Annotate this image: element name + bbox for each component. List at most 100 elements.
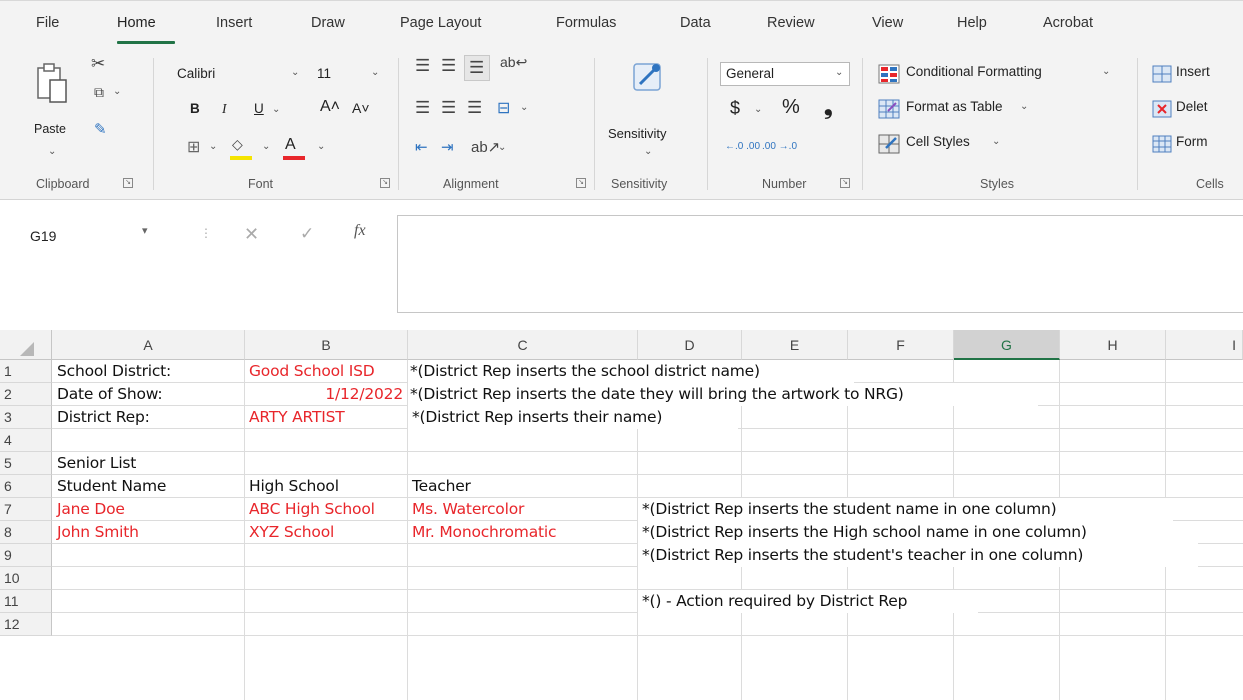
cell-a3[interactable]: District Rep: xyxy=(53,406,244,429)
alignment-launcher-icon[interactable]: ↘ xyxy=(576,178,586,188)
row-header-3[interactable]: 3 xyxy=(0,406,52,429)
tab-file[interactable]: File xyxy=(36,15,59,31)
chevron-down-icon[interactable]: ⌄ xyxy=(498,142,506,153)
chevron-down-icon[interactable]: ⌄ xyxy=(209,141,217,152)
cell-b6[interactable]: High School xyxy=(245,475,407,498)
cell-c2[interactable]: *(District Rep inserts the date they wil… xyxy=(408,383,1038,406)
column-header-i[interactable]: I xyxy=(1166,330,1243,360)
percent-button[interactable]: % xyxy=(782,96,800,119)
grow-font-button[interactable]: A˄ xyxy=(320,98,340,116)
copy-icon[interactable]: ⧉ xyxy=(94,84,104,101)
row-header-12[interactable]: 12 xyxy=(0,613,52,636)
increase-indent-icon[interactable]: ⇥ xyxy=(441,138,454,156)
row-header-6[interactable]: 6 xyxy=(0,475,52,498)
number-format-select[interactable]: General ⌄ xyxy=(720,62,850,86)
tab-home[interactable]: Home xyxy=(117,15,156,31)
row-header-5[interactable]: 5 xyxy=(0,452,52,475)
row-header-1[interactable]: 1 xyxy=(0,360,52,383)
align-middle-icon[interactable]: ☰ xyxy=(441,56,456,76)
tab-help[interactable]: Help xyxy=(957,15,987,31)
tab-acrobat[interactable]: Acrobat xyxy=(1043,15,1093,31)
format-cells-button[interactable]: Form xyxy=(1152,132,1243,156)
cell-a5[interactable]: Senior List xyxy=(53,452,244,475)
cell-a2[interactable]: Date of Show: xyxy=(53,383,244,406)
cell-a6[interactable]: Student Name xyxy=(53,475,244,498)
tab-review[interactable]: Review xyxy=(767,15,815,31)
cell-styles-button[interactable]: Cell Styles ⌄ xyxy=(878,132,1008,156)
orientation-icon[interactable]: ab↩ xyxy=(500,54,527,71)
tab-view[interactable]: View xyxy=(872,15,903,31)
cell-b7[interactable]: ABC High School xyxy=(245,498,407,521)
cell-b8[interactable]: XYZ School xyxy=(245,521,407,544)
decrease-decimal-button[interactable]: .00 →.0 xyxy=(762,141,797,152)
cell-c8[interactable]: Mr. Monochromatic xyxy=(408,521,637,544)
row-header-7[interactable]: 7 xyxy=(0,498,52,521)
italic-button[interactable]: I xyxy=(222,101,227,117)
row-header-9[interactable]: 9 xyxy=(0,544,52,567)
comma-style-button[interactable]: ❟ xyxy=(824,94,833,120)
font-color-button[interactable]: A xyxy=(283,136,313,162)
shrink-font-button[interactable]: A˅ xyxy=(352,100,370,116)
row-header-11[interactable]: 11 xyxy=(0,590,52,613)
font-name-select[interactable]: Calibri ⌄ xyxy=(172,62,304,86)
tab-page-layout[interactable]: Page Layout xyxy=(400,15,481,31)
chevron-down-icon[interactable]: ⌄ xyxy=(272,104,280,115)
paste-button[interactable]: Paste ⌄ xyxy=(30,54,72,162)
cell-a8[interactable]: John Smith xyxy=(53,521,244,544)
column-header-g[interactable]: G xyxy=(954,330,1060,360)
underline-button[interactable]: U xyxy=(254,101,264,116)
borders-icon[interactable]: ⊞ xyxy=(187,137,200,157)
number-launcher-icon[interactable]: ↘ xyxy=(840,178,850,188)
column-header-c[interactable]: C xyxy=(408,330,638,360)
format-as-table-button[interactable]: Format as Table ⌄ xyxy=(878,97,1038,121)
column-header-b[interactable]: B xyxy=(245,330,408,360)
cell-c6[interactable]: Teacher xyxy=(408,475,637,498)
align-bottom-button[interactable]: ☰ xyxy=(464,55,490,81)
chevron-down-icon[interactable]: ⌄ xyxy=(520,102,528,113)
cut-icon[interactable]: ✂ xyxy=(91,54,105,74)
tab-draw[interactable]: Draw xyxy=(311,15,345,31)
align-left-icon[interactable]: ☰ xyxy=(415,98,430,118)
sensitivity-button[interactable]: Sensitivity ⌄ xyxy=(604,54,694,164)
splitter-handle-icon[interactable]: ⋮ xyxy=(200,226,212,240)
cell-b2[interactable]: 1/12/2022 xyxy=(245,383,407,406)
merge-center-icon[interactable]: ⊟ xyxy=(497,98,510,118)
font-launcher-icon[interactable]: ↘ xyxy=(380,178,390,188)
cell-b3[interactable]: ARTY ARTIST xyxy=(245,406,407,429)
name-box-dropdown-icon[interactable]: ▾ xyxy=(142,224,148,237)
cell-a7[interactable]: Jane Doe xyxy=(53,498,244,521)
name-box[interactable]: G19 ▾ xyxy=(26,222,176,250)
cell-d9[interactable]: *(District Rep inserts the student's tea… xyxy=(638,544,1198,567)
select-all-corner[interactable] xyxy=(0,330,52,360)
text-orientation-icon[interactable]: ab↗ xyxy=(471,138,500,156)
chevron-down-icon[interactable]: ⌄ xyxy=(317,141,325,152)
cell-d8[interactable]: *(District Rep inserts the High school n… xyxy=(638,521,1198,544)
cancel-icon[interactable]: ✕ xyxy=(244,224,259,245)
formula-input[interactable] xyxy=(397,215,1243,313)
align-center-icon[interactable]: ☰ xyxy=(441,98,456,118)
cell-c3[interactable]: *(District Rep inserts their name) xyxy=(408,406,738,429)
cell-a1[interactable]: School District: xyxy=(53,360,244,383)
format-painter-icon[interactable]: ✎ xyxy=(94,120,107,138)
fill-color-button[interactable]: ◇ xyxy=(230,136,260,162)
conditional-formatting-button[interactable]: Conditional Formatting ⌄ xyxy=(878,62,1128,86)
align-top-icon[interactable]: ☰ xyxy=(415,56,430,76)
tab-insert[interactable]: Insert xyxy=(216,15,252,31)
cell-c7[interactable]: Ms. Watercolor xyxy=(408,498,637,521)
insert-function-icon[interactable]: fx xyxy=(354,222,366,240)
cell-b1[interactable]: Good School ISD xyxy=(245,360,407,383)
cell-d7[interactable]: *(District Rep inserts the student name … xyxy=(638,498,1173,521)
insert-cells-button[interactable]: Insert xyxy=(1152,62,1243,86)
delete-cells-button[interactable]: Delet xyxy=(1152,97,1243,121)
enter-icon[interactable]: ✓ xyxy=(300,224,314,244)
row-header-4[interactable]: 4 xyxy=(0,429,52,452)
column-header-d[interactable]: D xyxy=(638,330,742,360)
decrease-indent-icon[interactable]: ⇤ xyxy=(415,138,428,156)
tab-data[interactable]: Data xyxy=(680,15,711,31)
column-header-e[interactable]: E xyxy=(742,330,848,360)
row-header-8[interactable]: 8 xyxy=(0,521,52,544)
row-header-10[interactable]: 10 xyxy=(0,567,52,590)
increase-decimal-button[interactable]: ←.0 .00 xyxy=(725,141,760,152)
cell-d11[interactable]: *() - Action required by District Rep xyxy=(638,590,978,613)
chevron-down-icon[interactable]: ⌄ xyxy=(754,104,762,115)
